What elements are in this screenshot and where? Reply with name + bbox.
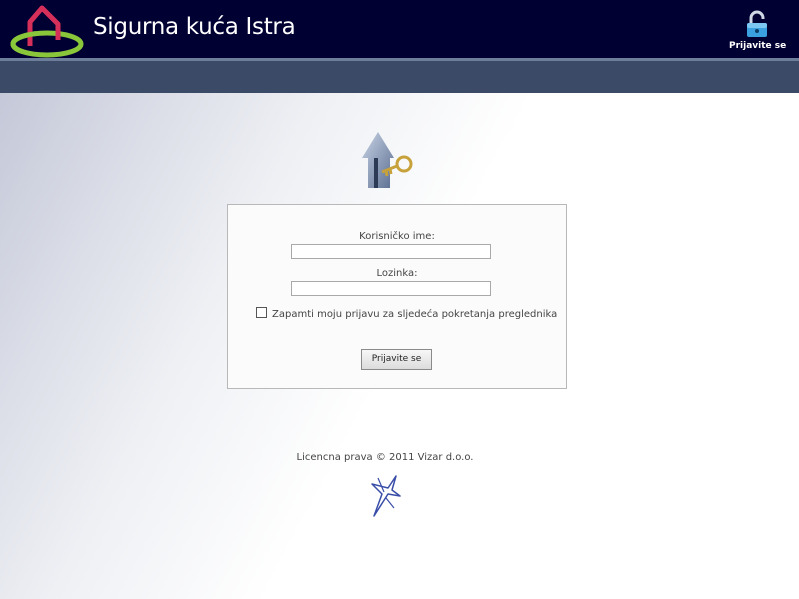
login-form: Korisničko ime: Lozinka: Zapamti moju pr… (227, 204, 567, 389)
brand-name: Sigurna kuća Istra (93, 14, 296, 40)
header-bar: Sigurna kuća Istra Prijavite se (0, 0, 799, 58)
house-ellipse-logo (10, 5, 84, 58)
house-key-icon (362, 132, 413, 188)
password-input[interactable] (291, 281, 491, 296)
remember-me-checkbox[interactable] (256, 307, 267, 318)
navigation-bar (0, 61, 799, 93)
unlocked-padlock-icon (747, 10, 767, 37)
password-label: Lozinka: (376, 268, 418, 279)
username-label: Korisničko ime: (359, 231, 435, 242)
header-login-label: Prijavite se (729, 41, 787, 51)
header-login-link[interactable]: Prijavite se (729, 10, 787, 51)
vizar-star-logo (371, 475, 401, 517)
remember-me: Zapamti moju prijavu za sljedeća pokreta… (256, 307, 557, 320)
remember-me-label: Zapamti moju prijavu za sljedeća pokreta… (272, 309, 558, 320)
login-button[interactable]: Prijavite se (361, 349, 432, 370)
username-input[interactable] (291, 244, 491, 259)
copyright-text: Licencna prava © 2011 Vizar d.o.o. (296, 452, 474, 463)
